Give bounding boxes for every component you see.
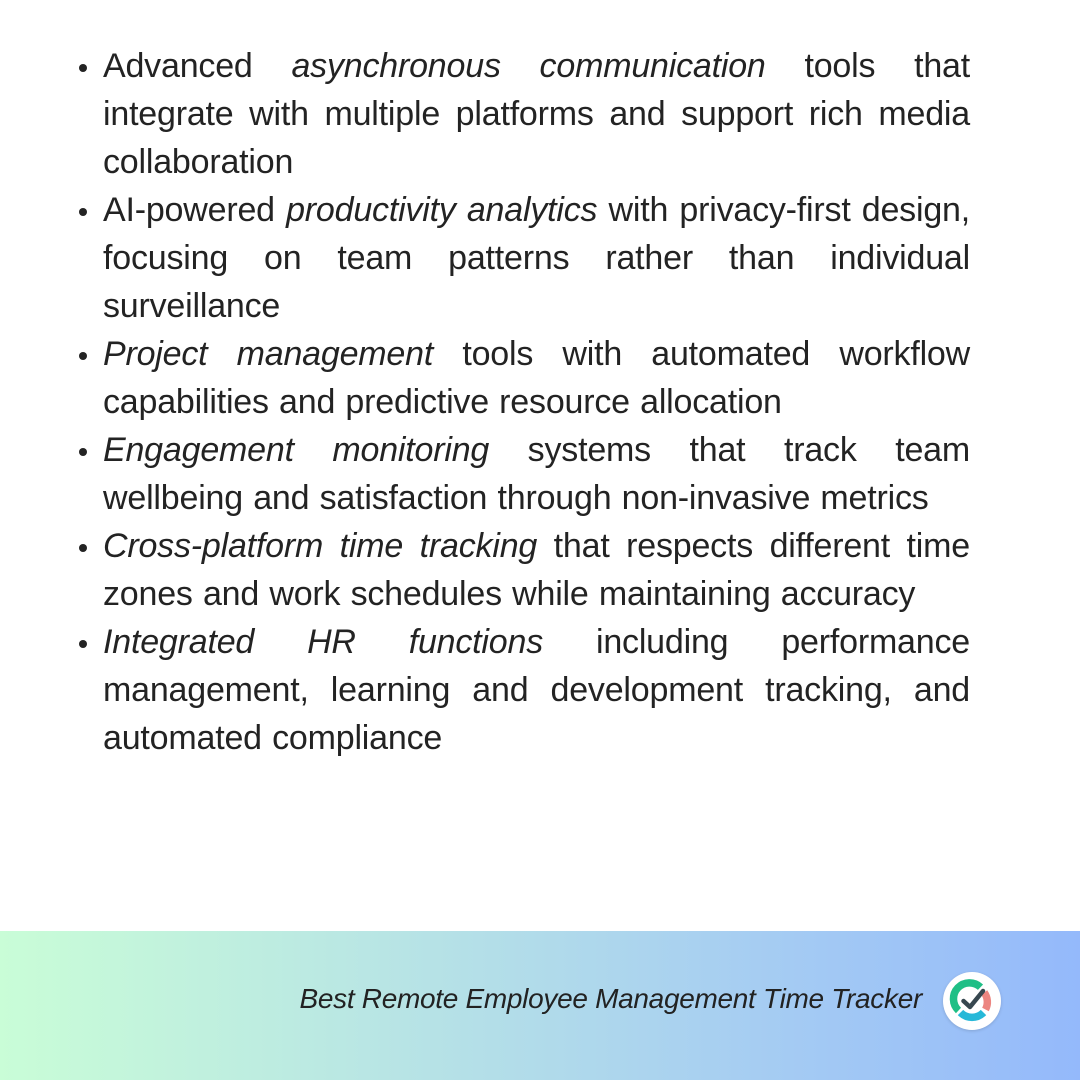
- feature-item-productivity-analytics: AI-powered productivity analytics with p…: [75, 186, 970, 330]
- gauge-cyan-segment: [957, 1009, 987, 1022]
- gauge-check-icon: [949, 979, 992, 1022]
- feature-item-async-communication: Advanced asynchronous communication tool…: [75, 42, 970, 186]
- feature-lead: Advanced: [103, 47, 292, 85]
- check-mark-icon: [961, 988, 986, 1010]
- bullet-icon: [79, 64, 87, 72]
- feature-item-engagement-monitoring: Engagement monitoring systems that track…: [75, 426, 970, 522]
- feature-emphasis: Integrated HR functions: [103, 623, 544, 661]
- bullet-icon: [79, 208, 87, 216]
- feature-item-hr-functions: Integrated HR functions including perfor…: [75, 618, 970, 762]
- bullet-icon: [79, 448, 87, 456]
- bullet-icon: [79, 544, 87, 552]
- feature-item-time-tracking: Cross-platform time tracking that respec…: [75, 522, 970, 618]
- feature-emphasis: Project management: [103, 335, 434, 373]
- feature-emphasis: asynchronous communication: [291, 47, 766, 85]
- feature-emphasis: productivity analytics: [286, 191, 598, 229]
- bullet-icon: [79, 352, 87, 360]
- footer-banner: Best Remote Employee Management Time Tra…: [0, 931, 1080, 1080]
- feature-item-project-management: Project management tools with automated …: [75, 330, 970, 426]
- feature-emphasis: Engagement monitoring: [103, 431, 490, 469]
- feature-lead: AI-powered: [103, 191, 287, 229]
- time-tracker-logo-icon: [943, 972, 1001, 1030]
- feature-list: Advanced asynchronous communication tool…: [75, 42, 970, 762]
- gauge-red-segment: [981, 990, 992, 1012]
- bullet-icon: [79, 640, 87, 648]
- feature-emphasis: Cross-platform time tracking: [103, 527, 538, 565]
- footer-tagline: Best Remote Employee Management Time Tra…: [299, 983, 922, 1014]
